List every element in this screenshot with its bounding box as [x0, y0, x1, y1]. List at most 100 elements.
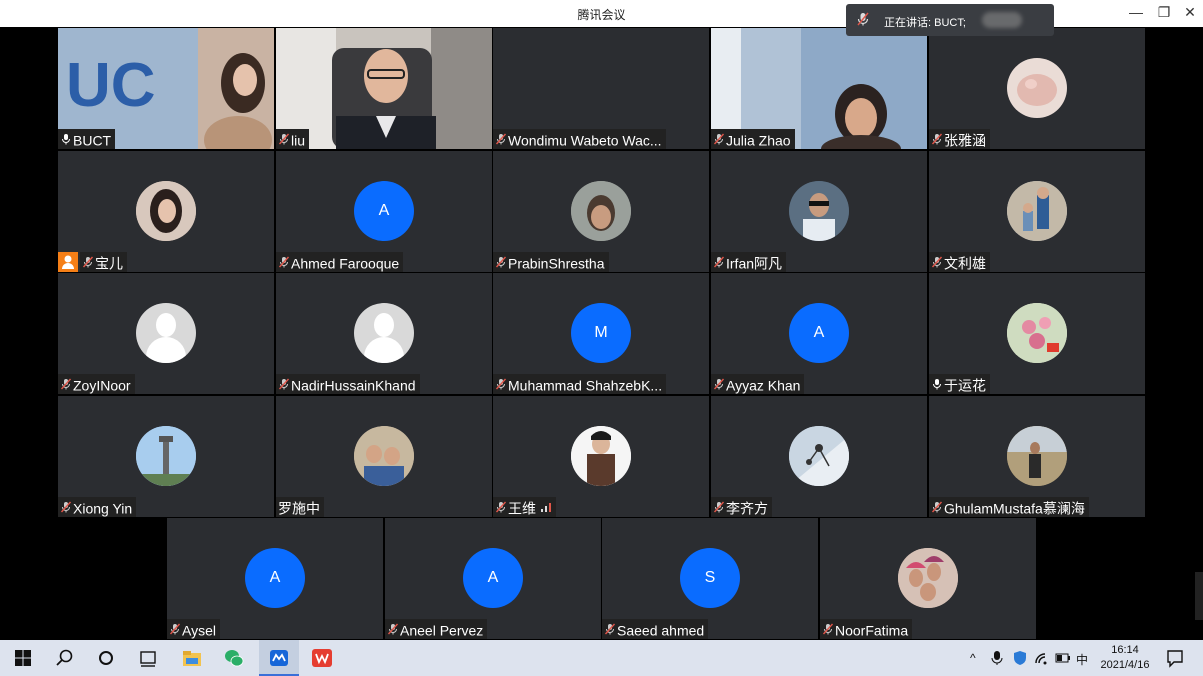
- clock-time: 16:14: [1111, 644, 1139, 656]
- participant-name: Aneel Pervez: [400, 622, 484, 639]
- participant-name: Ayyaz Khan: [726, 377, 801, 394]
- mic-muted-icon: [82, 256, 94, 268]
- participant-tile-julia-zhao[interactable]: Julia Zhao: [711, 28, 927, 149]
- participant-nameplate: GhulamMustafa慕澜海: [929, 497, 1089, 517]
- participant-nameplate: Aysel: [167, 619, 220, 639]
- avatar: A: [463, 547, 523, 608]
- notification-icon[interactable]: [1164, 647, 1186, 669]
- taskbar-active-app[interactable]: [259, 640, 299, 676]
- participant-tile-wondimu[interactable]: Wondimu Wabeto Wac...: [493, 28, 709, 149]
- taskbar-clock[interactable]: 16:14 2021/4/16: [1097, 643, 1153, 673]
- wps-office-icon[interactable]: [311, 647, 333, 669]
- mic-on-icon: [62, 134, 70, 145]
- participant-name: 王维: [508, 500, 536, 517]
- mic-muted-icon: [822, 623, 834, 635]
- participant-tile-saeed-ahmed[interactable]: S Saeed ahmed: [602, 518, 818, 639]
- participant-tile-aneel-pervez[interactable]: A Aneel Pervez: [385, 518, 601, 639]
- participant-tile-ahmed-farooque[interactable]: A Ahmed Farooque: [276, 151, 492, 272]
- minimize-button[interactable]: —: [1124, 4, 1148, 20]
- participant-tile-wang-wei[interactable]: 王维: [493, 396, 709, 517]
- participant-nameplate: 于运花: [929, 374, 990, 394]
- battery-icon[interactable]: [1054, 649, 1072, 667]
- participant-tile-muhammad-shahzeb[interactable]: M Muhammad ShahzebK...: [493, 273, 709, 394]
- participant-name: Julia Zhao: [726, 132, 791, 149]
- tray-overflow-chevron-icon[interactable]: ^: [970, 651, 976, 665]
- participant-name: 罗施中: [278, 500, 320, 517]
- participant-nameplate: Julia Zhao: [711, 129, 795, 149]
- participant-tile-liu[interactable]: liu: [276, 28, 492, 149]
- participant-tile-ghulammustafa[interactable]: GhulamMustafa慕澜海: [929, 396, 1145, 517]
- participant-nameplate: Wondimu Wabeto Wac...: [493, 129, 666, 149]
- avatar: [571, 425, 631, 486]
- participant-name: PrabinShrestha: [508, 255, 605, 272]
- participant-name: Wondimu Wabeto Wac...: [508, 132, 662, 149]
- mic-muted-icon: [495, 378, 507, 390]
- participant-name: BUCT: [73, 132, 112, 149]
- avatar: A: [354, 180, 414, 241]
- participant-nameplate: 李齐方: [711, 497, 772, 517]
- file-explorer-icon[interactable]: [181, 647, 203, 669]
- ime-indicator[interactable]: 中: [1076, 651, 1088, 668]
- close-button[interactable]: ✕: [1178, 4, 1202, 21]
- scroll-strip[interactable]: [1195, 572, 1203, 620]
- speaking-indicator: 正在讲话: BUCT;: [846, 4, 1054, 36]
- mic-muted-icon: [495, 133, 507, 145]
- cortana-icon[interactable]: [95, 647, 117, 669]
- participant-tile-ayyaz-khan[interactable]: A Ayyaz Khan: [711, 273, 927, 394]
- participant-name: ZoyINoor: [73, 377, 131, 394]
- avatar: [1007, 302, 1067, 363]
- wechat-icon[interactable]: [223, 647, 245, 669]
- mic-muted-icon: [931, 501, 943, 513]
- mic-muted-icon: [278, 133, 290, 145]
- mic-on-icon: [933, 379, 941, 390]
- svg-text:UC: UC: [66, 51, 156, 120]
- participant-tile-luo-shizhong[interactable]: 罗施中: [276, 396, 492, 517]
- task-view-icon[interactable]: [137, 647, 159, 669]
- avatar: M: [571, 302, 631, 363]
- participant-tile-wen-lixiong[interactable]: 文利雄: [929, 151, 1145, 272]
- participant-tile-li-qifang[interactable]: 李齐方: [711, 396, 927, 517]
- participant-nameplate: Saeed ahmed: [602, 619, 709, 639]
- participant-tile-aysel[interactable]: A Aysel: [167, 518, 383, 639]
- participant-nameplate: 文利雄: [929, 252, 990, 272]
- wifi-icon[interactable]: [1033, 649, 1051, 667]
- participant-tile-nadirhussainkhand[interactable]: NadirHussainKhand: [276, 273, 492, 394]
- participant-name: liu: [291, 132, 306, 149]
- participant-tile-yu-yunhua[interactable]: 于运花: [929, 273, 1145, 394]
- participant-nameplate: ZoyINoor: [58, 374, 135, 394]
- avatar: [789, 425, 849, 486]
- participant-tile-zhang-yahan[interactable]: 张雅涵: [929, 28, 1145, 149]
- mic-muted-icon: [713, 256, 725, 268]
- search-icon[interactable]: [54, 647, 76, 669]
- participant-name: 李齐方: [726, 500, 768, 517]
- participant-tile-buct[interactable]: UC BUCT: [58, 28, 274, 149]
- participant-nameplate: liu: [276, 129, 310, 149]
- participant-tile-noorfatima[interactable]: NoorFatima: [820, 518, 1036, 639]
- participant-nameplate: PrabinShrestha: [493, 252, 609, 272]
- windows-start-icon[interactable]: [12, 647, 34, 669]
- shield-icon[interactable]: [1011, 649, 1029, 667]
- participant-nameplate: Ahmed Farooque: [276, 252, 404, 272]
- avatar: [898, 547, 958, 608]
- signal-bars-icon: [541, 503, 551, 512]
- participant-nameplate: NadirHussainKhand: [276, 374, 420, 394]
- participant-tile-xiong-yin[interactable]: Xiong Yin: [58, 396, 274, 517]
- participant-name: NadirHussainKhand: [291, 377, 416, 394]
- participant-tile-irfan[interactable]: Irfan阿凡: [711, 151, 927, 272]
- restore-button[interactable]: ❐: [1152, 4, 1176, 21]
- participant-name: Irfan阿凡: [726, 255, 783, 272]
- microphone-tray-icon[interactable]: [988, 649, 1006, 667]
- clock-date: 2021/4/16: [1100, 659, 1150, 671]
- participant-nameplate: Irfan阿凡: [711, 252, 787, 272]
- participant-nameplate: Aneel Pervez: [385, 619, 488, 639]
- tencent-meeting-icon: [270, 650, 288, 666]
- avatar: [354, 425, 414, 486]
- mic-muted-icon: [931, 133, 943, 145]
- participant-tile-zoyinoor[interactable]: ZoyINoor: [58, 273, 274, 394]
- mic-muted-icon: [495, 256, 507, 268]
- participant-tile-baoer[interactable]: 宝儿: [58, 151, 274, 272]
- participant-tile-prabinshrestha[interactable]: PrabinShrestha: [493, 151, 709, 272]
- taskbar: ^ 中 16:14 2021/4/16: [0, 640, 1203, 676]
- mic-muted-icon: [60, 501, 72, 513]
- avatar: [571, 180, 631, 241]
